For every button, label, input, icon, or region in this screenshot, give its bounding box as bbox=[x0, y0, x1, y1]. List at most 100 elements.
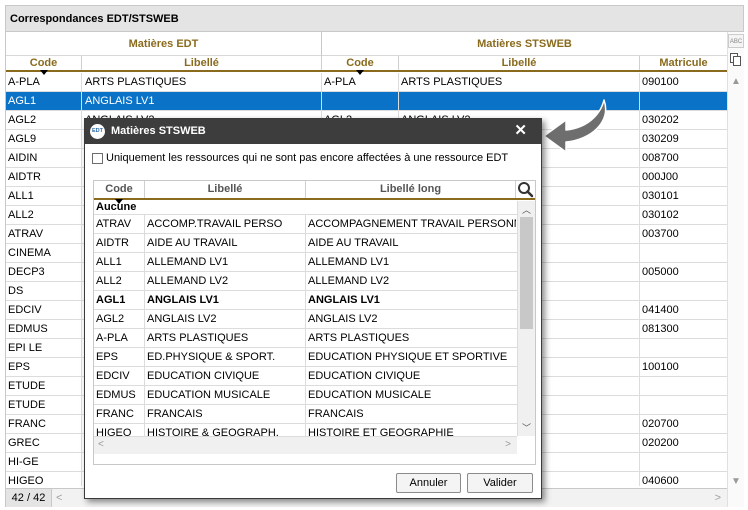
cell-libelle: ACCOMP.TRAVAIL PERSO bbox=[145, 215, 306, 233]
cell-code: DS bbox=[6, 282, 82, 300]
list-item[interactable]: ALL1 ALLEMAND LV1 ALLEMAND LV1 bbox=[94, 253, 517, 272]
cell-code: ATRAV bbox=[6, 225, 82, 243]
cell-matricule: 003700 bbox=[642, 228, 679, 240]
dialog-list-body: Aucune ATRAV ACCOMP.TRAVAIL PERSO ACCOMPAGN… bbox=[94, 201, 517, 436]
side-toolbar: ABC ▲ ▼ bbox=[727, 32, 744, 507]
cell-libelle-long: HISTOIRE ET GEOGRAPHIE bbox=[308, 427, 454, 436]
scroll-right-icon[interactable]: > bbox=[505, 439, 511, 450]
record-count: 42 / 42 bbox=[6, 489, 52, 507]
close-icon[interactable]: ✕ bbox=[514, 122, 527, 140]
cell-code: HIGEO bbox=[6, 472, 82, 486]
cell-libelle-long: AIDE AU TRAVAIL bbox=[308, 237, 399, 249]
copy-icon[interactable] bbox=[730, 53, 742, 67]
cell-code: ALL1 bbox=[94, 253, 145, 271]
list-item[interactable]: AGL2 ANGLAIS LV2 ANGLAIS LV2 bbox=[94, 310, 517, 329]
list-item[interactable]: ALL2 ALLEMAND LV2 ALLEMAND LV2 bbox=[94, 272, 517, 291]
list-item[interactable]: AIDTR AIDE AU TRAVAIL AIDE AU TRAVAIL bbox=[94, 234, 517, 253]
list-item[interactable]: HIGEO HISTOIRE & GEOGRAPH. HISTOIRE ET GEO… bbox=[94, 424, 517, 436]
cell-code: A-PLA bbox=[6, 73, 82, 91]
cell-code: EDCIV bbox=[94, 367, 145, 385]
cell-code: DECP3 bbox=[6, 263, 82, 281]
dialog-vertical-scrollbar[interactable]: ︿ ﹀ bbox=[517, 201, 535, 436]
list-item[interactable]: ATRAV ACCOMP.TRAVAIL PERSO ACCOMPAGNEMENT … bbox=[94, 215, 517, 234]
dialog-col-header-code[interactable]: Code bbox=[94, 181, 145, 204]
list-item[interactable]: EPS ED.PHYSIQUE & SPORT. EDUCATION PHYSIQU… bbox=[94, 348, 517, 367]
cell-matricule: 040600 bbox=[642, 475, 679, 486]
scroll-right-icon[interactable]: > bbox=[715, 492, 721, 504]
cell-code: ALL1 bbox=[6, 187, 82, 205]
scroll-up-icon[interactable]: ▲ bbox=[731, 76, 741, 87]
cell-matricule: 030209 bbox=[642, 133, 679, 145]
window-title: Correspondances EDT/STSWEB bbox=[6, 6, 743, 32]
list-item-aucune[interactable]: Aucune bbox=[94, 201, 517, 215]
dialog-titlebar: EDT Matières STSWEB ✕ bbox=[85, 119, 541, 144]
group-matieres-edt: Matières EDT bbox=[6, 32, 322, 56]
validate-button[interactable]: Valider bbox=[467, 473, 533, 493]
cell-code: EPS bbox=[94, 348, 145, 366]
cell-libelle-long: ARTS PLASTIQUES bbox=[308, 332, 410, 344]
matieres-stsweb-dialog: EDT Matières STSWEB ✕ Uniquement les res… bbox=[84, 118, 542, 499]
list-item[interactable]: AGL1 ANGLAIS LV1 ANGLAIS LV1 bbox=[94, 291, 517, 310]
chevron-down-icon[interactable]: ﹀ bbox=[522, 421, 531, 434]
dialog-title: Matières STSWEB bbox=[111, 125, 206, 137]
col-header-code-label: Code bbox=[29, 57, 58, 69]
col-header-sts-code-label: Code bbox=[346, 57, 374, 69]
cell-matricule: 008700 bbox=[642, 152, 679, 164]
cell-sts-code: A-PLA bbox=[322, 73, 399, 91]
cell-code: EPS bbox=[6, 358, 82, 376]
filter-unassigned-checkbox[interactable] bbox=[92, 153, 103, 164]
group-header-row: Matières EDT Matières STSWEB bbox=[6, 32, 727, 56]
stsweb-subject-list: Code Libellé Libellé long Aucune ATRAV ACC… bbox=[93, 180, 536, 465]
cell-matricule: 081300 bbox=[642, 323, 679, 335]
col-header-matricule[interactable]: Matricule bbox=[640, 56, 727, 70]
cell-code: HI-GE bbox=[6, 453, 82, 471]
cell-libelle-long: ALLEMAND LV1 bbox=[308, 256, 390, 268]
col-header-code[interactable]: Code bbox=[6, 56, 82, 75]
dialog-horizontal-scrollbar[interactable]: < > bbox=[94, 436, 517, 454]
list-item[interactable]: A-PLA ARTS PLASTIQUES ARTS PLASTIQUES bbox=[94, 329, 517, 348]
cell-libelle: FRANCAIS bbox=[145, 405, 306, 423]
col-header-libelle[interactable]: Libellé bbox=[82, 56, 322, 70]
cell-libelle: ALLEMAND LV2 bbox=[145, 272, 306, 290]
edt-logo-icon: EDT bbox=[90, 124, 105, 139]
curved-arrow-icon bbox=[543, 99, 607, 153]
col-header-sts-code[interactable]: Code bbox=[322, 56, 399, 75]
cell-libelle: ARTS PLASTIQUES bbox=[82, 73, 322, 91]
list-item[interactable]: FRANC FRANCAIS FRANCAIS bbox=[94, 405, 517, 424]
cell-code: HIGEO bbox=[94, 424, 145, 436]
group-matieres-stsweb: Matières STSWEB bbox=[477, 38, 572, 50]
dialog-col-header-libelle[interactable]: Libellé bbox=[145, 181, 306, 198]
filter-unassigned-label[interactable]: Uniquement les ressources qui ne sont pa… bbox=[106, 152, 508, 165]
scroll-left-icon[interactable]: < bbox=[98, 439, 104, 450]
search-icon[interactable] bbox=[516, 181, 535, 198]
cell-matricule bbox=[640, 453, 727, 471]
col-header-sts-libelle[interactable]: Libellé bbox=[399, 56, 640, 70]
dialog-col-header-libelle-long[interactable]: Libellé long bbox=[306, 181, 516, 198]
cell-libelle: EDUCATION MUSICALE bbox=[145, 386, 306, 404]
column-header-row: Code Libellé Code Libellé Matricule bbox=[6, 56, 727, 75]
cell-code: ETUDE bbox=[6, 396, 82, 414]
list-item[interactable]: EDCIV EDUCATION CIVIQUE EDUCATION CIVIQUE bbox=[94, 367, 517, 386]
scroll-down-icon[interactable]: ▼ bbox=[731, 476, 741, 487]
cell-matricule: 020200 bbox=[642, 437, 679, 449]
cell-matricule: 090100 bbox=[642, 76, 679, 88]
chevron-up-icon[interactable]: ︿ bbox=[522, 203, 531, 216]
cell-code: ETUDE bbox=[6, 377, 82, 395]
cell-code: AGL1 bbox=[6, 92, 82, 110]
spellcheck-icon[interactable]: ABC bbox=[728, 34, 744, 48]
cell-matricule: 100100 bbox=[642, 361, 679, 373]
cell-libelle: ANGLAIS LV1 bbox=[145, 291, 306, 309]
table-row[interactable]: A-PLA ARTS PLASTIQUES A-PLA ARTS PLASTIQUES… bbox=[6, 73, 727, 92]
cell-libelle-long: EDUCATION MUSICALE bbox=[308, 389, 432, 401]
table-row[interactable]: AGL1 ANGLAIS LV1 bbox=[6, 92, 727, 111]
cell-code: AIDTR bbox=[94, 234, 145, 252]
cell-code: FRANC bbox=[94, 405, 145, 423]
scroll-left-icon[interactable]: < bbox=[56, 492, 62, 504]
scroll-thumb[interactable] bbox=[520, 217, 533, 329]
dialog-col-header-code-label: Code bbox=[105, 183, 133, 195]
cell-code: ALL2 bbox=[6, 206, 82, 224]
list-item[interactable]: EDMUS EDUCATION MUSICALE EDUCATION MUSICAL… bbox=[94, 386, 517, 405]
cell-libelle: ARTS PLASTIQUES bbox=[145, 329, 306, 347]
cell-code: AGL9 bbox=[6, 130, 82, 148]
cancel-button[interactable]: Annuler bbox=[396, 473, 461, 493]
